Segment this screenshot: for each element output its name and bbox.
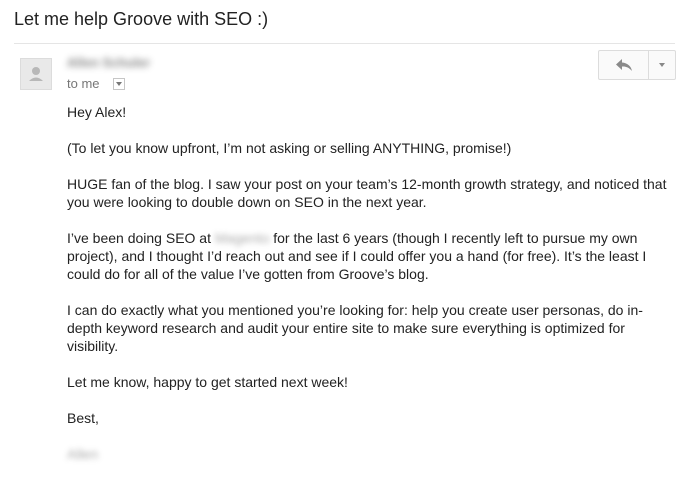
reply-arrow-icon bbox=[615, 59, 632, 71]
chevron-down-icon bbox=[659, 63, 665, 67]
greeting: Hey Alex! bbox=[67, 104, 127, 120]
recipient-label: to me bbox=[67, 76, 100, 91]
paragraph-disclaimer: (To let you know upfront, I’m not asking… bbox=[67, 140, 512, 156]
paragraph-experience: I’ve been doing SEO at Magento for the l… bbox=[67, 229, 677, 283]
signoff: Best, bbox=[67, 410, 99, 426]
chevron-down-icon bbox=[116, 82, 122, 86]
signature-name-redacted: Allen bbox=[67, 446, 99, 462]
reply-button[interactable] bbox=[599, 51, 649, 79]
message-actions bbox=[598, 50, 676, 80]
header-divider bbox=[14, 43, 675, 44]
sender-avatar[interactable] bbox=[20, 58, 52, 90]
company-name-redacted: Magento bbox=[214, 230, 270, 246]
paragraph-fan: HUGE fan of the blog. I saw your post on… bbox=[67, 176, 667, 210]
recipient-details-dropdown[interactable] bbox=[113, 78, 125, 90]
paragraph-closing: Let me know, happy to get started next w… bbox=[67, 374, 348, 390]
experience-text-start: I’ve been doing SEO at bbox=[67, 230, 215, 246]
more-options-button[interactable] bbox=[649, 51, 675, 79]
email-body: Hey Alex! (To let you know upfront, I’m … bbox=[67, 103, 677, 481]
paragraph-offer: I can do exactly what you mentioned you’… bbox=[67, 302, 643, 354]
person-silhouette-icon bbox=[29, 67, 43, 81]
signature: Allen bbox=[67, 445, 677, 463]
email-subject: Let me help Groove with SEO :) bbox=[14, 9, 269, 29]
sender-name[interactable]: Allen Schuler bbox=[67, 55, 150, 70]
